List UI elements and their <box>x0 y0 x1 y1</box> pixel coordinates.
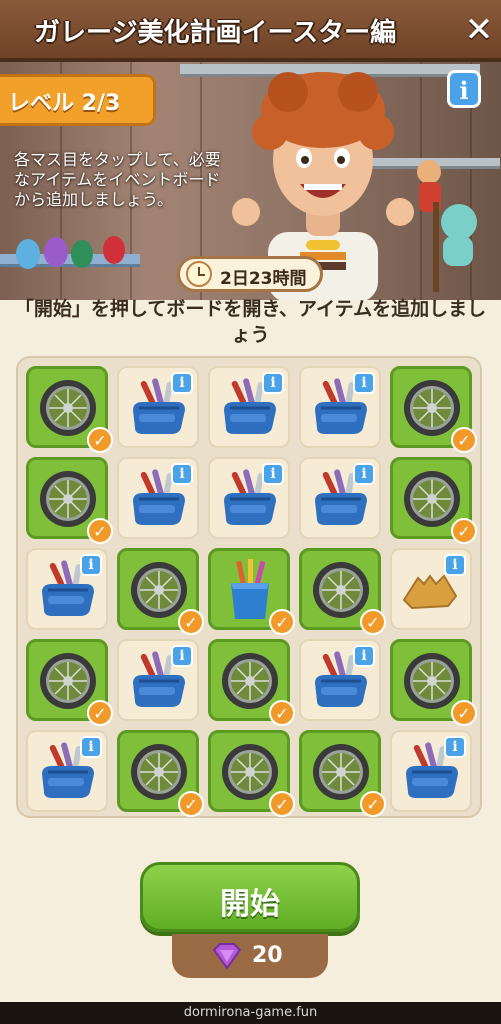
board-cell[interactable]: i <box>390 548 472 630</box>
info-icon[interactable]: i <box>444 736 466 758</box>
info-icon[interactable]: i <box>171 645 193 667</box>
header-bar: ガレージ美化計画イースター編 ✕ <box>0 0 501 62</box>
timer-text: 2日23時間 <box>220 269 307 289</box>
info-button[interactable]: i <box>447 70 481 108</box>
board-cell[interactable]: i <box>390 730 472 812</box>
board-cell[interactable]: ✓ <box>208 639 295 726</box>
board-cell[interactable]: ✓ <box>26 639 113 726</box>
board-cell[interactable]: i <box>26 730 108 812</box>
info-icon[interactable]: i <box>353 645 375 667</box>
board-cell[interactable]: i <box>26 548 108 630</box>
checkmark-icon: ✓ <box>87 700 113 726</box>
checkmark-icon: ✓ <box>269 791 295 817</box>
checkmark-icon: ✓ <box>269 700 295 726</box>
board-cell[interactable]: ✓ <box>208 730 295 817</box>
cost-amount: 20 <box>252 943 283 968</box>
event-timer: 2日23時間 <box>177 256 323 292</box>
info-icon[interactable]: i <box>444 554 466 576</box>
board-cell[interactable]: ✓ <box>299 548 386 635</box>
board-cell[interactable]: i <box>299 457 381 539</box>
start-button[interactable]: 開始 <box>140 862 360 932</box>
checkmark-icon: ✓ <box>360 609 386 635</box>
board-cell[interactable]: i <box>117 639 199 721</box>
board-cell[interactable]: ✓ <box>390 639 477 726</box>
info-icon[interactable]: i <box>80 736 102 758</box>
panel-title: ガレージ美化計画イースター編 <box>34 18 397 48</box>
gem-icon <box>212 943 242 970</box>
board-cell[interactable]: ✓ <box>390 366 477 453</box>
item-board: ✓ i i i ✓ ✓ i i i ✓ i ✓ ✓ ✓ i ✓ i ✓ i ✓ i ✓ ✓ ✓ i <box>16 356 482 818</box>
checkmark-icon: ✓ <box>178 609 204 635</box>
info-icon[interactable]: i <box>353 463 375 485</box>
event-panel: ガレージ美化計画イースター編 ✕ レベル 2/3 各マス目をタップして、必要なア… <box>0 0 501 1002</box>
checkmark-icon: ✓ <box>360 791 386 817</box>
info-icon[interactable]: i <box>262 463 284 485</box>
board-cell[interactable]: i <box>208 457 290 539</box>
clock-icon <box>186 261 212 287</box>
board-cell[interactable]: i <box>117 457 199 539</box>
watermark: dormirona-game.fun <box>0 1002 501 1024</box>
board-cell[interactable]: i <box>117 366 199 448</box>
checkmark-icon: ✓ <box>451 700 477 726</box>
board-cell[interactable]: ✓ <box>26 366 113 453</box>
board-cell[interactable]: ✓ <box>117 730 204 817</box>
cost-badge: 20 <box>172 934 328 978</box>
level-banner: レベル 2/3 <box>0 74 156 126</box>
board-cell[interactable]: i <box>208 366 290 448</box>
level-label: レベル 2/3 <box>8 91 121 116</box>
checkmark-icon: ✓ <box>87 427 113 453</box>
checkmark-icon: ✓ <box>451 427 477 453</box>
info-icon[interactable]: i <box>171 463 193 485</box>
info-icon[interactable]: i <box>353 372 375 394</box>
board-cell[interactable]: ✓ <box>299 730 386 817</box>
checkmark-icon: ✓ <box>451 518 477 544</box>
info-icon[interactable]: i <box>171 372 193 394</box>
info-icon[interactable]: i <box>80 554 102 576</box>
info-icon[interactable]: i <box>262 372 284 394</box>
board-cell[interactable]: ✓ <box>208 548 295 635</box>
checkmark-icon: ✓ <box>87 518 113 544</box>
board-cell[interactable]: ✓ <box>390 457 477 544</box>
board-cell[interactable]: ✓ <box>117 548 204 635</box>
easter-eggs-decoration <box>16 236 125 269</box>
instruction-text: 「開始」を押してボードを開き、アイテムを追加しましょう <box>14 298 487 346</box>
level-description: 各マス目をタップして、必要なアイテムをイベントボードから追加しましょう。 <box>14 150 221 209</box>
close-button[interactable]: ✕ <box>461 10 497 50</box>
toy-decoration <box>417 160 477 292</box>
board-cell[interactable]: ✓ <box>26 457 113 544</box>
checkmark-icon: ✓ <box>178 791 204 817</box>
board-cell[interactable]: i <box>299 639 381 721</box>
start-button-label: 開始 <box>220 887 280 922</box>
board-cell[interactable]: i <box>299 366 381 448</box>
checkmark-icon: ✓ <box>269 609 295 635</box>
